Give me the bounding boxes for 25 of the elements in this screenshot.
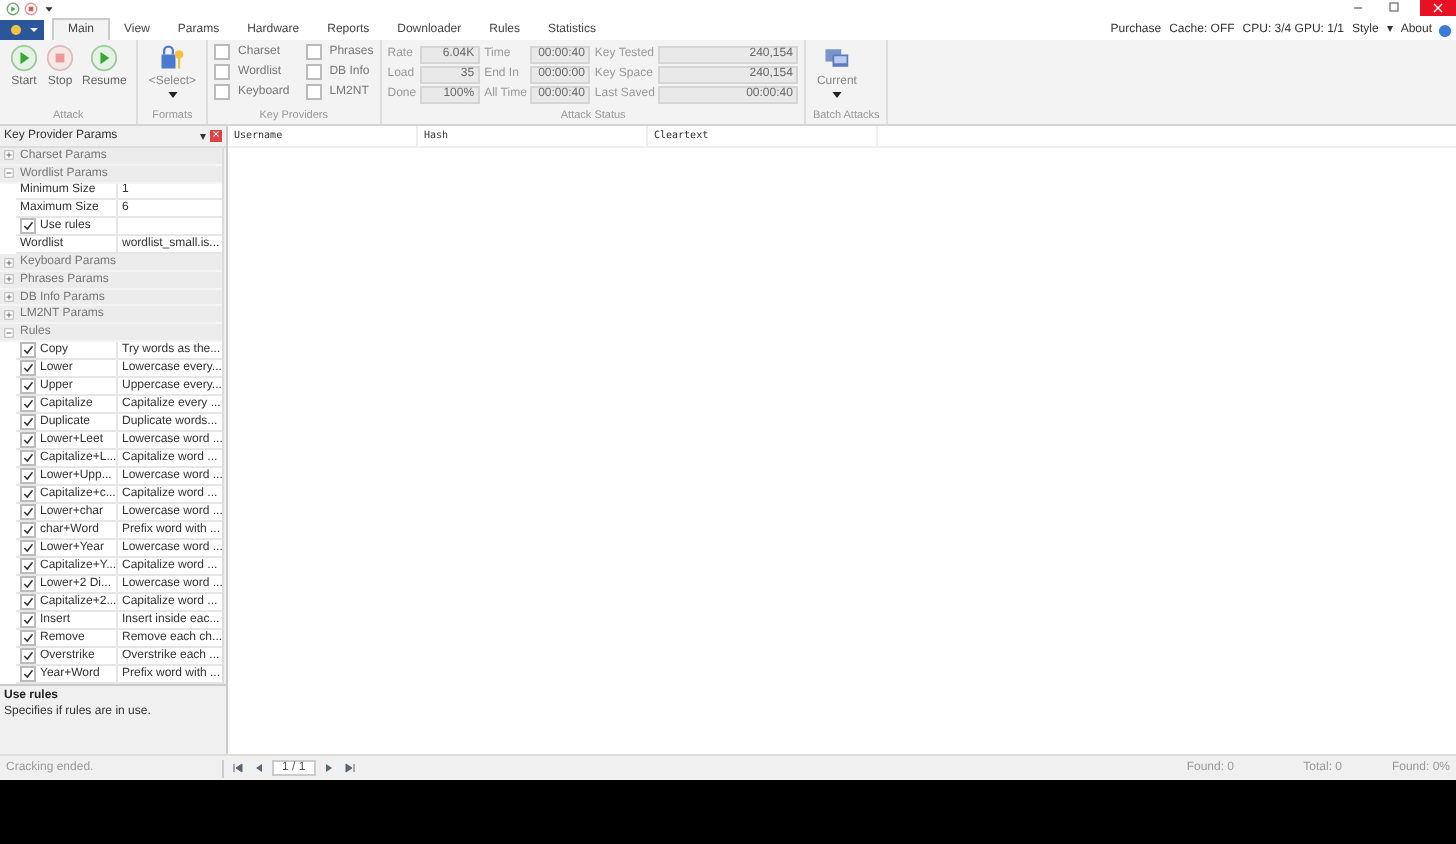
expand-icon[interactable] — [3, 150, 13, 161]
previous-page-icon[interactable] — [252, 762, 264, 774]
expand-icon[interactable] — [3, 257, 13, 268]
expand-icon[interactable] — [3, 274, 13, 285]
run-icon[interactable] — [6, 1, 20, 15]
lock-keys-icon — [158, 44, 187, 72]
caret-icon — [831, 92, 842, 98]
expand-icon[interactable] — [3, 309, 13, 320]
collapse-icon[interactable] — [3, 168, 13, 179]
computers-icon — [822, 44, 851, 72]
caret-icon — [167, 92, 178, 98]
expand-icon[interactable] — [3, 292, 13, 303]
close-icon[interactable] — [1420, 0, 1456, 16]
scrollbar[interactable] — [222, 148, 226, 684]
maximize-icon[interactable] — [1384, 0, 1404, 16]
play-icon — [90, 44, 119, 72]
first-page-icon[interactable] — [232, 762, 244, 774]
checkmark-icon — [22, 220, 34, 233]
next-page-icon[interactable] — [323, 762, 336, 774]
play-icon — [10, 44, 38, 72]
stop-icon[interactable] — [24, 1, 38, 15]
last-page-icon[interactable] — [343, 762, 356, 774]
stop-icon — [46, 44, 74, 72]
app-menu-button[interactable] — [0, 20, 44, 40]
collapse-icon[interactable] — [3, 327, 13, 338]
